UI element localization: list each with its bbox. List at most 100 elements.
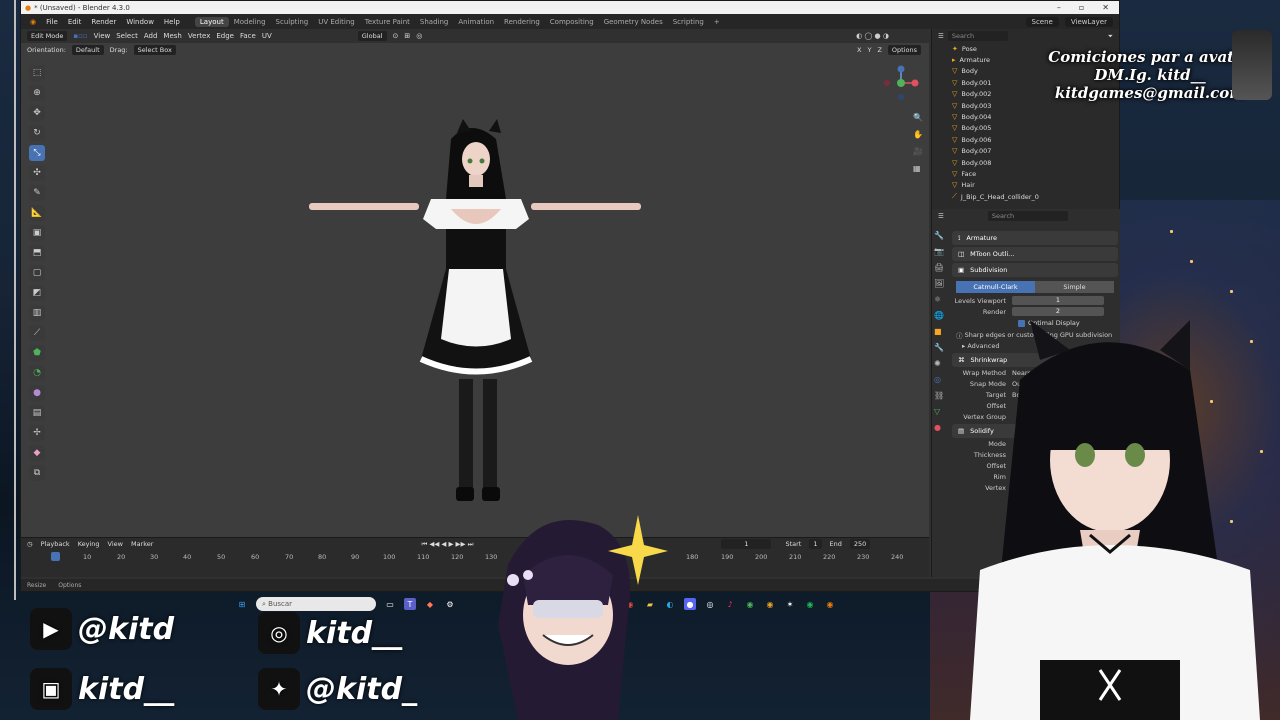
playhead[interactable] xyxy=(51,552,60,561)
workspace-tab-shading[interactable]: Shading xyxy=(415,17,453,27)
outliner-row[interactable]: ▽ Body.006 xyxy=(952,134,1119,145)
blender-taskbar-icon[interactable]: ◉ xyxy=(824,598,836,610)
workspace-tab-scripting[interactable]: Scripting xyxy=(668,17,709,27)
minimize-button[interactable]: – xyxy=(1057,3,1061,12)
world-tab-icon[interactable]: 🌐 xyxy=(934,311,948,320)
constraints-tab-icon[interactable]: ⛓ xyxy=(934,391,948,400)
filter-icon[interactable]: ⏷ xyxy=(1108,32,1113,41)
bevel-tool-icon[interactable]: ◩ xyxy=(29,285,45,301)
discord-icon[interactable]: ● xyxy=(684,598,696,610)
select-box-tool-icon[interactable]: ⬚ xyxy=(29,65,45,81)
3d-viewport[interactable]: Edit Mode ▪▫▫ View Select Add Mesh Verte… xyxy=(21,29,929,537)
settings-icon[interactable]: ⚙ xyxy=(444,598,456,610)
menu-view[interactable]: View xyxy=(94,32,111,40)
axis-z-toggle[interactable]: Z xyxy=(877,46,881,54)
outliner-search[interactable]: Search xyxy=(947,31,1008,41)
physics-tab-icon[interactable]: ◎ xyxy=(934,375,948,384)
inset-tool-icon[interactable]: ▢ xyxy=(29,265,45,281)
poly-build-tool-icon[interactable]: ⬟ xyxy=(29,345,45,361)
menu-face[interactable]: Face xyxy=(240,32,256,40)
select-mode-icons[interactable]: ▪▫▫ xyxy=(73,32,87,40)
menu-timeline-view[interactable]: View xyxy=(108,540,123,548)
menu-window[interactable]: Window xyxy=(121,18,159,26)
maximize-button[interactable]: ▫ xyxy=(1079,3,1084,12)
object-tab-icon[interactable]: ■ xyxy=(934,327,948,336)
view-layer-tab-icon[interactable]: 🖼 xyxy=(934,279,948,288)
loop-cut-tool-icon[interactable]: ▥ xyxy=(29,305,45,321)
shear-tool-icon[interactable]: ◆ xyxy=(29,445,45,461)
data-tab-icon[interactable]: ▽ xyxy=(934,407,948,416)
extrude-tool-icon[interactable]: ⬒ xyxy=(29,245,45,261)
add-cube-tool-icon[interactable]: ▣ xyxy=(29,225,45,241)
windows-start-icon[interactable]: ⊞ xyxy=(236,598,248,610)
menu-playback[interactable]: Playback xyxy=(41,540,70,548)
blender-menu-icon[interactable]: ◉ xyxy=(25,18,41,26)
outliner-row[interactable]: ▽ Body.005 xyxy=(952,123,1119,134)
menu-vertex[interactable]: Vertex xyxy=(188,32,211,40)
workspace-tab-modeling[interactable]: Modeling xyxy=(229,17,271,27)
avatar-model[interactable] xyxy=(301,119,661,519)
particles-tab-icon[interactable]: ✺ xyxy=(934,359,948,368)
workspace-tab-sculpting[interactable]: Sculpting xyxy=(271,17,314,27)
material-tab-icon[interactable]: ● xyxy=(934,423,948,432)
timeline-editor[interactable]: ◷ Playback Keying View Marker ⏮ ◀◀ ◀ ▶ ▶… xyxy=(21,537,929,577)
modifier-tab-icon[interactable]: 🔧 xyxy=(934,343,948,352)
menu-marker[interactable]: Marker xyxy=(131,540,153,548)
close-button[interactable]: ✕ xyxy=(1102,3,1109,12)
tool-tab-icon[interactable]: 🔧 xyxy=(934,231,948,240)
cursor-tool-icon[interactable]: ⊕ xyxy=(29,85,45,101)
scale-tool-icon[interactable]: ⤡ xyxy=(29,145,45,161)
proportional-edit-icon[interactable]: ◎ xyxy=(416,32,422,40)
menu-edit[interactable]: Edit xyxy=(63,18,87,26)
navigation-gizmo[interactable] xyxy=(881,63,921,103)
outliner-row[interactable]: ▽ Face xyxy=(952,168,1119,179)
grid-view-icon[interactable]: ▦ xyxy=(913,164,923,173)
orientation-dropdown[interactable]: Default xyxy=(71,45,104,55)
modifier-mtoon-outline[interactable]: ◫ MToon Outli... xyxy=(952,247,1118,261)
workspace-tab-animation[interactable]: Animation xyxy=(453,17,499,27)
workspace-tab-geometry-nodes[interactable]: Geometry Nodes xyxy=(599,17,668,27)
workspace-tab-rendering[interactable]: Rendering xyxy=(499,17,545,27)
pivot-icon[interactable]: ⊙ xyxy=(393,32,399,40)
annotate-tool-icon[interactable]: ✎ xyxy=(29,185,45,201)
levels-viewport-field[interactable]: 1 xyxy=(1012,296,1104,305)
view-layer-selector[interactable]: ViewLayer xyxy=(1064,16,1113,27)
axis-y-toggle[interactable]: Y xyxy=(867,46,871,54)
menu-select[interactable]: Select xyxy=(116,32,138,40)
shading-mode-icons[interactable]: ◐ ◯ ● ◑ xyxy=(856,32,889,40)
rotate-tool-icon[interactable]: ↻ xyxy=(29,125,45,141)
scene-tab-icon[interactable]: ⚛ xyxy=(934,295,948,304)
end-frame-field[interactable]: 250 xyxy=(849,539,871,549)
outliner-row[interactable]: ▽ Hair xyxy=(952,180,1119,191)
outliner-type-icon[interactable]: ☰ xyxy=(938,32,944,40)
measure-tool-icon[interactable]: 📐 xyxy=(29,205,45,221)
modifier-subdivision[interactable]: ▣ Subdivision xyxy=(952,263,1118,277)
smooth-tool-icon[interactable]: ● xyxy=(29,385,45,401)
menu-edge[interactable]: Edge xyxy=(216,32,234,40)
tiktok-icon[interactable]: ♪ xyxy=(724,598,736,610)
vtube-studio-icon[interactable]: ✶ xyxy=(784,598,796,610)
teams-icon[interactable]: T xyxy=(404,598,416,610)
frame-ruler[interactable]: 10 20 30 40 50 60 70 80 90 100 110 120 1… xyxy=(21,550,929,564)
menu-uv[interactable]: UV xyxy=(262,32,272,40)
modifier-armature[interactable]: ⟟ Armature xyxy=(952,231,1118,245)
outliner-row[interactable]: ⟋ J_Bip_C_Head_collider_0 xyxy=(952,191,1119,202)
move-tool-icon[interactable]: ✥ xyxy=(29,105,45,121)
mode-selector[interactable]: Edit Mode xyxy=(27,31,68,41)
outliner-row[interactable]: ▽ Body.008 xyxy=(952,157,1119,168)
workspace-tab-layout[interactable]: Layout xyxy=(194,16,229,27)
camera-view-icon[interactable]: 🎥 xyxy=(913,147,923,156)
spotify-icon[interactable]: ◉ xyxy=(804,598,816,610)
outliner-row[interactable]: ▽ Body.004 xyxy=(952,111,1119,122)
catmull-clark-option[interactable]: Catmull-Clark xyxy=(956,281,1035,293)
timeline-editor-type-icon[interactable]: ◷ xyxy=(27,540,33,548)
spin-tool-icon[interactable]: ◔ xyxy=(29,365,45,381)
menu-file[interactable]: File xyxy=(41,18,63,26)
obs-icon[interactable]: ◎ xyxy=(704,598,716,610)
playback-controls-icons[interactable]: ⏮ ◀◀ ◀ ▶ ▶▶ ⏭ xyxy=(421,540,473,549)
taskbar-search[interactable]: ⌕ Buscar xyxy=(256,597,376,611)
edge-slide-tool-icon[interactable]: ▤ xyxy=(29,405,45,421)
zoom-icon[interactable]: 🔍 xyxy=(913,113,923,122)
scene-selector[interactable]: Scene xyxy=(1025,16,1059,27)
transform-tool-icon[interactable]: ✣ xyxy=(29,165,45,181)
